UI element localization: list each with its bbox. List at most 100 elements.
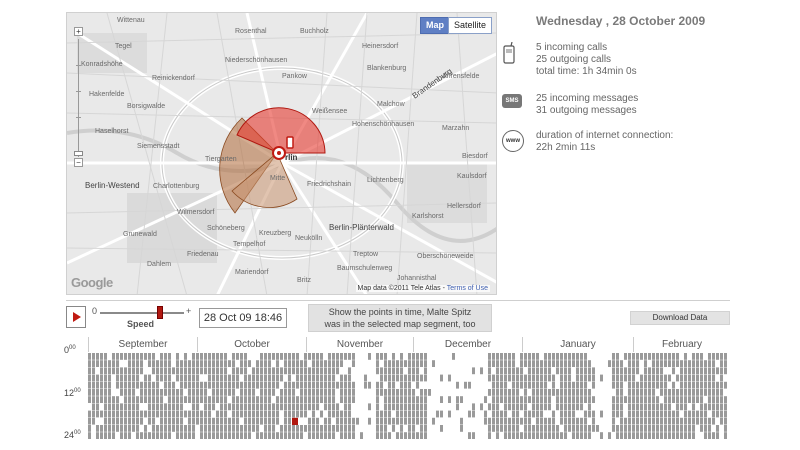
- activity-cell[interactable]: [288, 432, 291, 439]
- activity-grid[interactable]: [88, 353, 730, 440]
- activity-cell[interactable]: [232, 410, 235, 418]
- activity-cell[interactable]: [312, 396, 315, 403]
- activity-cell[interactable]: [672, 432, 675, 439]
- activity-cell[interactable]: [692, 425, 695, 432]
- activity-cell[interactable]: [232, 432, 235, 439]
- activity-cell[interactable]: [400, 425, 403, 432]
- activity-cell[interactable]: [300, 374, 303, 382]
- activity-cell[interactable]: [180, 410, 183, 418]
- activity-cell[interactable]: [524, 396, 527, 403]
- activity-cell[interactable]: [644, 417, 647, 425]
- activity-cell[interactable]: [676, 410, 679, 418]
- activity-cell[interactable]: [256, 425, 259, 432]
- activity-cell[interactable]: [268, 353, 271, 360]
- activity-cell[interactable]: [392, 403, 395, 411]
- activity-cell[interactable]: [440, 396, 443, 403]
- activity-cell[interactable]: [224, 396, 227, 403]
- activity-cell[interactable]: [332, 425, 335, 432]
- activity-cell[interactable]: [452, 389, 455, 396]
- activity-cell[interactable]: [192, 353, 195, 360]
- activity-cell[interactable]: [504, 396, 507, 403]
- activity-cell[interactable]: [436, 396, 439, 403]
- activity-cell[interactable]: [392, 417, 395, 425]
- activity-cell[interactable]: [420, 389, 423, 396]
- activity-cell[interactable]: [128, 410, 131, 418]
- activity-cell[interactable]: [332, 360, 335, 367]
- activity-cell[interactable]: [224, 353, 227, 360]
- activity-cell[interactable]: [412, 381, 415, 389]
- activity-cell[interactable]: [316, 353, 319, 360]
- activity-cell[interactable]: [360, 374, 363, 382]
- activity-cell[interactable]: [500, 403, 503, 411]
- activity-cell[interactable]: [112, 353, 115, 360]
- activity-cell[interactable]: [136, 417, 139, 425]
- activity-cell[interactable]: [688, 381, 691, 389]
- activity-cell[interactable]: [184, 367, 187, 375]
- activity-cell[interactable]: [624, 417, 627, 425]
- activity-cell[interactable]: [548, 396, 551, 403]
- activity-cell[interactable]: [96, 396, 99, 403]
- activity-cell[interactable]: [540, 381, 543, 389]
- activity-cell[interactable]: [568, 432, 571, 439]
- activity-cell[interactable]: [716, 381, 719, 389]
- activity-cell[interactable]: [600, 360, 603, 367]
- activity-cell[interactable]: [132, 410, 135, 418]
- activity-cell[interactable]: [444, 360, 447, 367]
- activity-cell[interactable]: [520, 432, 523, 439]
- activity-cell[interactable]: [412, 389, 415, 396]
- activity-cell[interactable]: [396, 360, 399, 367]
- activity-cell[interactable]: [516, 432, 519, 439]
- activity-cell[interactable]: [400, 367, 403, 375]
- activity-cell[interactable]: [280, 417, 283, 425]
- activity-cell[interactable]: [524, 389, 527, 396]
- activity-cell[interactable]: [124, 425, 127, 432]
- activity-cell[interactable]: [724, 432, 727, 439]
- activity-cell[interactable]: [636, 396, 639, 403]
- activity-cell[interactable]: [496, 389, 499, 396]
- activity-cell[interactable]: [208, 353, 211, 360]
- activity-cell[interactable]: [228, 353, 231, 360]
- activity-cell[interactable]: [608, 425, 611, 432]
- activity-cell[interactable]: [372, 367, 375, 375]
- activity-cell[interactable]: [496, 353, 499, 360]
- activity-cell[interactable]: [296, 381, 299, 389]
- activity-cell[interactable]: [512, 360, 515, 367]
- activity-cell[interactable]: [292, 396, 295, 403]
- activity-cell[interactable]: [248, 432, 251, 439]
- activity-cell[interactable]: [652, 367, 655, 375]
- activity-cell[interactable]: [600, 432, 603, 439]
- activity-cell[interactable]: [564, 403, 567, 411]
- activity-cell[interactable]: [684, 381, 687, 389]
- activity-cell[interactable]: [480, 410, 483, 418]
- activity-cell[interactable]: [252, 425, 255, 432]
- activity-cell[interactable]: [316, 381, 319, 389]
- activity-cell[interactable]: [332, 403, 335, 411]
- activity-cell[interactable]: [200, 381, 203, 389]
- activity-cell[interactable]: [456, 353, 459, 360]
- activity-cell[interactable]: [476, 367, 479, 375]
- activity-cell[interactable]: [328, 403, 331, 411]
- activity-cell[interactable]: [148, 432, 151, 439]
- activity-cell[interactable]: [428, 403, 431, 411]
- activity-cell[interactable]: [104, 367, 107, 375]
- activity-cell[interactable]: [692, 403, 695, 411]
- activity-cell[interactable]: [304, 374, 307, 382]
- activity-cell[interactable]: [424, 389, 427, 396]
- activity-cell[interactable]: [376, 417, 379, 425]
- activity-cell[interactable]: [556, 396, 559, 403]
- activity-cell[interactable]: [356, 367, 359, 375]
- activity-cell[interactable]: [400, 396, 403, 403]
- activity-cell[interactable]: [208, 367, 211, 375]
- activity-cell[interactable]: [348, 389, 351, 396]
- activity-cell[interactable]: [272, 396, 275, 403]
- activity-cell[interactable]: [112, 381, 115, 389]
- activity-cell[interactable]: [240, 396, 243, 403]
- activity-cell[interactable]: [540, 396, 543, 403]
- activity-cell[interactable]: [368, 353, 371, 360]
- activity-cell[interactable]: [196, 381, 199, 389]
- activity-cell[interactable]: [572, 367, 575, 375]
- activity-cell[interactable]: [720, 360, 723, 367]
- activity-cell[interactable]: [268, 410, 271, 418]
- activity-cell[interactable]: [364, 367, 367, 375]
- activity-cell[interactable]: [484, 417, 487, 425]
